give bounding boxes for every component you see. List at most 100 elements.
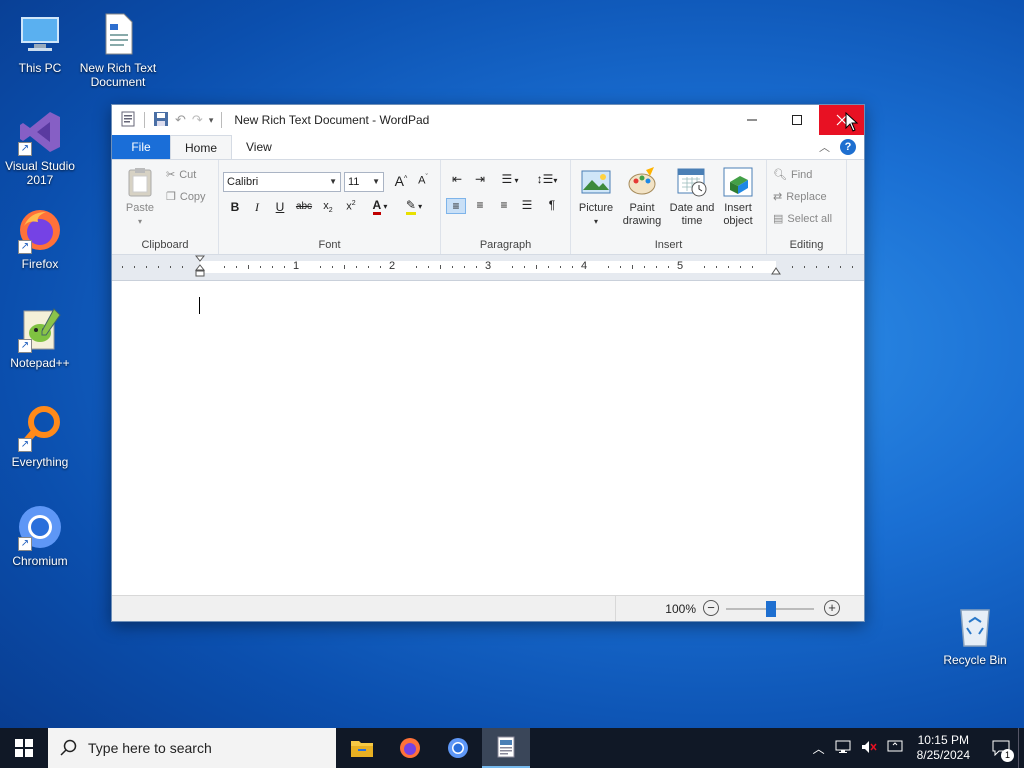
minimize-ribbon-icon[interactable]: ︿	[819, 139, 830, 155]
wordpad-icon	[497, 736, 515, 758]
document-area[interactable]	[112, 281, 864, 595]
zoom-out-button[interactable]: −	[703, 600, 719, 616]
desktop-icon-firefox[interactable]: ↗ Firefox	[0, 206, 80, 271]
paste-label: Paste	[125, 202, 155, 214]
datetime-label-line2: time	[681, 215, 703, 227]
desktop-icon-recycle-bin[interactable]: Recycle Bin	[935, 602, 1015, 667]
quick-access-toolbar: ↶ ↷ ▾	[112, 111, 224, 130]
volume-muted-icon[interactable]	[861, 740, 877, 757]
ruler[interactable]: 1 2 3 4 5	[112, 255, 864, 281]
qat-separator	[221, 112, 223, 128]
ribbon: Paste ▾ ✂ Cut ❐ Copy Clipboard Calibri ▼…	[112, 159, 864, 255]
zoom-slider-thumb[interactable]	[766, 601, 776, 617]
maximize-button[interactable]	[774, 105, 819, 135]
title-bar[interactable]: ↶ ↷ ▾ New Rich Text Document - WordPad	[112, 105, 864, 135]
line-spacing-button[interactable]: ↕☰▾	[533, 172, 561, 186]
cut-button[interactable]: ✂ Cut	[166, 168, 196, 182]
align-center-button[interactable]: ≡	[470, 198, 490, 212]
ruler-number: 3	[485, 260, 492, 272]
shrink-font-button[interactable]: Aˇ	[413, 174, 433, 187]
increase-indent-button[interactable]: ⇥	[470, 172, 490, 186]
bold-button[interactable]: B	[225, 200, 245, 214]
align-right-button[interactable]: ≡	[494, 198, 514, 212]
text-color-button[interactable]: A ▾	[366, 198, 394, 215]
group-label-clipboard: Clipboard	[141, 239, 189, 251]
replace-label: Replace	[786, 190, 827, 203]
chromium-icon: ↗	[16, 503, 64, 551]
minimize-button[interactable]	[729, 105, 774, 135]
grow-font-button[interactable]: A^	[391, 173, 411, 189]
editing-group: 🔍︎ Find ⇄ Replace ▤ Select all Editing	[767, 160, 847, 254]
notepadpp-icon: ↗	[16, 305, 64, 353]
bullets-button[interactable]: ☰ ▾	[496, 172, 524, 186]
desktop-icon-this-pc[interactable]: This PC	[0, 10, 80, 75]
taskbar-firefox[interactable]	[386, 728, 434, 768]
window-controls	[729, 105, 864, 135]
desktop-icon-chromium[interactable]: ↗ Chromium	[0, 503, 80, 568]
paint-drawing-button[interactable]: Paint drawing	[619, 166, 665, 228]
rtf-document-icon	[94, 10, 142, 58]
picture-button[interactable]: Picture ▾	[575, 166, 617, 228]
taskbar-chromium[interactable]	[434, 728, 482, 768]
taskbar-wordpad[interactable]	[482, 728, 530, 768]
customize-qat-icon[interactable]: ▾	[209, 115, 214, 126]
status-bar: 100% − +	[112, 595, 864, 621]
find-label: Find	[790, 168, 813, 181]
right-indent-marker[interactable]	[771, 263, 781, 281]
undo-icon[interactable]: ↶	[175, 112, 186, 128]
datetime-label-line1: Date and	[669, 202, 715, 214]
tab-home[interactable]: Home	[170, 135, 233, 159]
desktop-icon-label: Chromium	[12, 554, 68, 568]
redo-icon[interactable]: ↷	[192, 112, 203, 128]
date-time-button[interactable]: Date and time	[667, 166, 717, 228]
align-left-button[interactable]: ≡	[446, 198, 466, 214]
highlight-color-button[interactable]: ✎ ▾	[399, 198, 429, 215]
decrease-indent-button[interactable]: ⇤	[447, 172, 467, 186]
tab-file[interactable]: File	[112, 135, 170, 159]
taskbar-clock[interactable]: 10:15 PM 8/25/2024	[917, 733, 970, 763]
search-placeholder: Type here to search	[88, 740, 212, 756]
strikethrough-button[interactable]: abc	[294, 201, 314, 212]
desktop-icon-label: Everything	[11, 455, 69, 469]
paste-button[interactable]: Paste ▾	[120, 166, 160, 228]
superscript-button[interactable]: x2	[341, 200, 361, 213]
taskbar-file-explorer[interactable]	[338, 728, 386, 768]
start-button[interactable]	[0, 728, 48, 768]
network-icon[interactable]	[835, 740, 851, 757]
calendar-clock-icon	[676, 166, 708, 198]
desktop-icon-label: New Rich Text Document	[79, 61, 157, 89]
shortcut-arrow-icon: ↗	[18, 339, 32, 353]
font-size-value: 11	[348, 176, 360, 188]
font-family-value: Calibri	[227, 176, 259, 188]
justify-button[interactable]: ☰	[517, 198, 537, 212]
save-icon[interactable]	[153, 111, 169, 130]
taskbar-search[interactable]: Type here to search	[48, 728, 336, 768]
show-hidden-icons-chevron-icon[interactable]: ︿	[813, 740, 825, 757]
desktop-icon-everything[interactable]: ↗ Everything	[0, 404, 80, 469]
replace-button[interactable]: ⇄ Replace	[773, 190, 827, 204]
ruler-number: 5	[677, 260, 684, 272]
help-icon[interactable]: ?	[840, 139, 856, 155]
find-button[interactable]: 🔍︎ Find	[773, 168, 813, 182]
insert-object-button[interactable]: Insert object	[717, 166, 759, 228]
action-center-button[interactable]: 1	[984, 728, 1018, 768]
underline-button[interactable]: U	[270, 200, 290, 214]
desktop-icon-new-rich-text-document[interactable]: New Rich Text Document	[78, 10, 158, 89]
paragraph-settings-button[interactable]: ¶	[542, 198, 562, 212]
font-size-select[interactable]: 11 ▼	[344, 172, 384, 192]
clock-date: 8/25/2024	[916, 748, 970, 762]
font-family-select[interactable]: Calibri ▼	[223, 172, 341, 192]
wordpad-app-icon[interactable]	[120, 111, 136, 130]
group-label-insert: Insert	[654, 239, 683, 251]
tab-view[interactable]: View	[232, 135, 286, 159]
copy-button[interactable]: ❐ Copy	[166, 190, 206, 204]
italic-button[interactable]: I	[247, 200, 267, 215]
display-icon[interactable]	[887, 740, 903, 757]
select-all-button[interactable]: ▤ Select all	[773, 212, 832, 226]
zoom-in-button[interactable]: +	[824, 600, 840, 616]
show-desktop-button[interactable]	[1018, 728, 1024, 768]
desktop-icon-notepadpp[interactable]: ↗ Notepad++	[0, 305, 80, 370]
subscript-button[interactable]: x2	[318, 200, 338, 214]
everything-icon: ↗	[16, 404, 64, 452]
desktop-icon-visual-studio[interactable]: ↗ Visual Studio 2017	[0, 108, 80, 187]
